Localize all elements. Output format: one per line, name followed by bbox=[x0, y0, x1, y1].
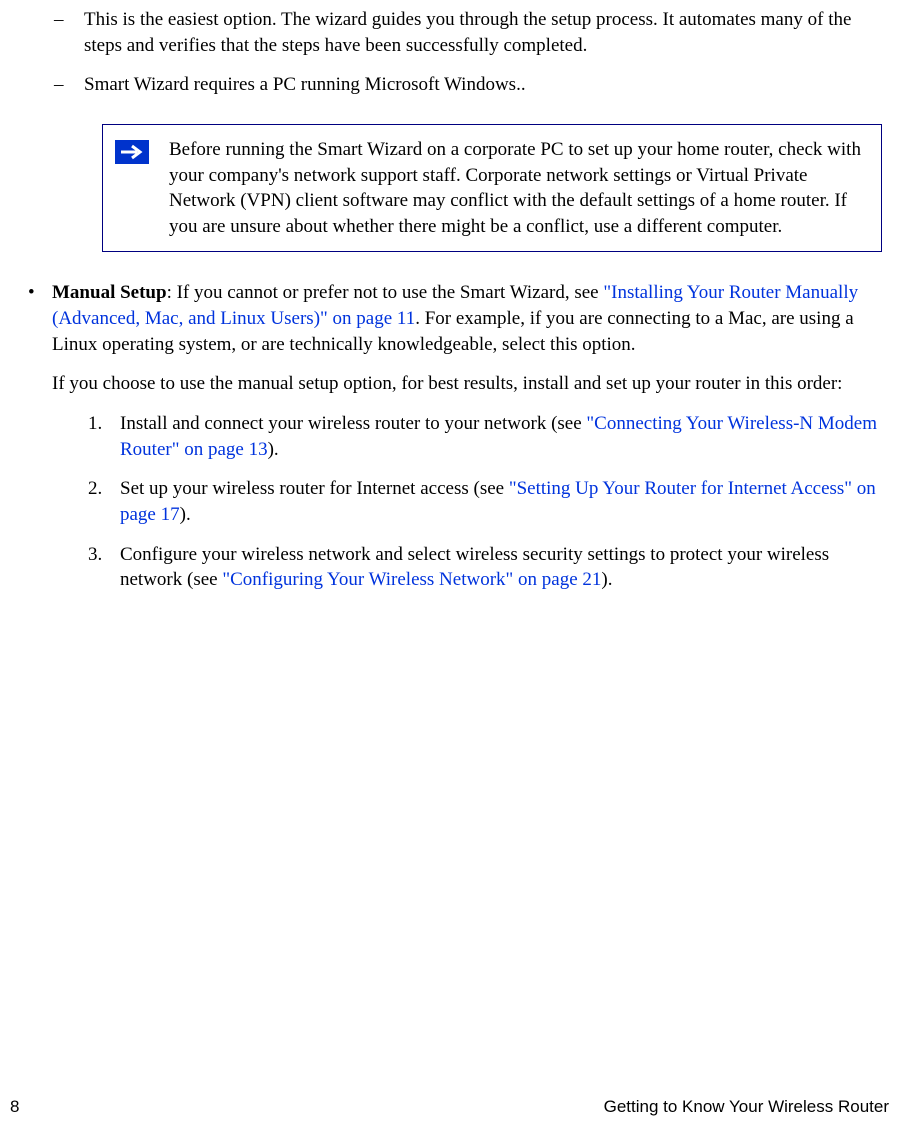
step-number: 1. bbox=[88, 411, 120, 462]
page-number: 8 bbox=[10, 1096, 19, 1119]
arrow-right-icon bbox=[115, 140, 149, 164]
manual-setup-label: Manual Setup bbox=[52, 282, 167, 303]
link-configure-wireless[interactable]: "Configuring Your Wireless Network" on p… bbox=[222, 569, 601, 590]
dash-item: – This is the easiest option. The wizard… bbox=[54, 7, 889, 58]
step-post: ). bbox=[601, 569, 612, 590]
step-post: ). bbox=[180, 504, 191, 525]
section-title: Getting to Know Your Wireless Router bbox=[604, 1096, 889, 1119]
step-number: 2. bbox=[88, 476, 120, 527]
list-item: 2. Set up your wireless router for Inter… bbox=[88, 476, 889, 527]
bullet-item: • Manual Setup: If you cannot or prefer … bbox=[28, 280, 889, 606]
note-text: Before running the Smart Wizard on a cor… bbox=[169, 137, 867, 240]
list-item: 1. Install and connect your wireless rou… bbox=[88, 411, 889, 462]
bullet-marker: • bbox=[28, 280, 52, 606]
step-pre: Set up your wireless router for Internet… bbox=[120, 478, 509, 499]
step-pre: Install and connect your wireless router… bbox=[120, 413, 586, 434]
footer: 8 Getting to Know Your Wireless Router bbox=[0, 1096, 899, 1119]
step-post: ). bbox=[268, 439, 279, 460]
dash-text: This is the easiest option. The wizard g… bbox=[84, 7, 889, 58]
manual-setup-para: Manual Setup: If you cannot or prefer no… bbox=[52, 280, 889, 357]
step-number: 3. bbox=[88, 542, 120, 593]
dash-marker: – bbox=[54, 72, 84, 98]
manual-order-para: If you choose to use the manual setup op… bbox=[52, 371, 889, 397]
note-box: Before running the Smart Wizard on a cor… bbox=[102, 124, 882, 253]
dash-text: Smart Wizard requires a PC running Micro… bbox=[84, 72, 889, 98]
dash-item: – Smart Wizard requires a PC running Mic… bbox=[54, 72, 889, 98]
dash-marker: – bbox=[54, 7, 84, 58]
list-item: 3. Configure your wireless network and s… bbox=[88, 542, 889, 593]
manual-pre: : If you cannot or prefer not to use the… bbox=[167, 282, 604, 303]
